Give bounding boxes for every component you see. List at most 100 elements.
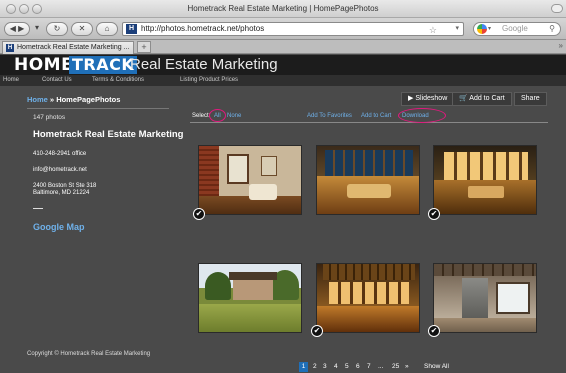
photo-1-checkmark-icon[interactable]: ✔ xyxy=(193,208,205,220)
stone-fireplace xyxy=(462,278,488,318)
back-arrow-icon[interactable]: ◀ xyxy=(10,24,16,33)
breadcrumb-home-link[interactable]: Home xyxy=(27,95,48,104)
window-pane xyxy=(227,154,249,184)
photo-thumbnail[interactable] xyxy=(316,145,420,215)
photo-thumbnail[interactable] xyxy=(198,263,302,333)
home-icon: ⌂ xyxy=(104,24,110,33)
url-text: http://photos.hometrack.net/photos xyxy=(141,24,265,33)
phone-number: 410-248-2941 office xyxy=(33,151,87,157)
sidebar-divider xyxy=(27,108,169,109)
toolbar-toggle-icon[interactable] xyxy=(551,4,563,13)
selection-divider xyxy=(190,122,548,123)
breadcrumb-separator: » xyxy=(47,95,57,104)
page-link[interactable]: 5 xyxy=(345,362,349,372)
reload-icon: ↻ xyxy=(53,24,61,33)
window-wall xyxy=(444,152,528,180)
nav-listing-prices[interactable]: Listing Product Prices xyxy=(180,75,238,86)
tree xyxy=(205,272,231,300)
page-link[interactable]: 3 xyxy=(323,362,327,372)
window-wall xyxy=(325,150,413,176)
tab-bar: H Hometrack Real Estate Marketing ... + … xyxy=(0,40,566,54)
select-label: Select: xyxy=(192,113,211,119)
furniture xyxy=(347,184,391,198)
download-highlight xyxy=(398,108,446,123)
share-button[interactable]: Share xyxy=(514,92,547,106)
tab-overflow-icon[interactable]: » xyxy=(559,41,563,50)
url-bar[interactable]: H http://photos.hometrack.net/photos ☆ ▾ xyxy=(122,22,464,36)
photo-3-checkmark-icon[interactable]: ✔ xyxy=(428,208,440,220)
photo-thumbnail[interactable] xyxy=(433,263,537,333)
back-forward-buttons[interactable]: ◀ ▶ xyxy=(4,22,30,36)
search-input[interactable]: ▾ Google ⚲ xyxy=(473,22,561,36)
history-dropdown-icon[interactable]: ▾ xyxy=(33,22,41,36)
nav-home[interactable]: Home xyxy=(3,75,19,86)
copyright-text: Copyright © Hometrack Real Estate Market… xyxy=(27,351,151,357)
logo-track-text[interactable]: TRACK xyxy=(69,56,138,74)
photo-thumbnail[interactable] xyxy=(316,263,420,333)
address-line-1: 2400 Boston St Ste 318 xyxy=(33,183,97,189)
page-link-last[interactable]: 25 xyxy=(392,362,399,372)
slideshow-button[interactable]: ▶ Slideshow xyxy=(401,92,455,106)
share-label: Share xyxy=(521,95,540,102)
stop-icon: ✕ xyxy=(78,24,86,33)
photo-5-checkmark-icon[interactable]: ✔ xyxy=(311,325,323,337)
reload-button[interactable]: ↻ xyxy=(46,22,68,36)
browser-toolbar: ◀ ▶ ▾ ↻ ✕ ⌂ H http://photos.hometrack.ne… xyxy=(0,18,566,40)
email-address[interactable]: info@hometrack.net xyxy=(33,167,87,173)
company-name: Hometrack Real Estate Marketing xyxy=(33,129,184,140)
show-all-link[interactable]: Show All xyxy=(424,362,449,372)
photo-count: 147 photos xyxy=(33,114,66,121)
search-icon[interactable]: ⚲ xyxy=(549,23,555,35)
page-current[interactable]: 1 xyxy=(299,362,308,372)
ceiling-beams xyxy=(434,264,536,276)
zoom-window-icon[interactable] xyxy=(32,4,42,14)
close-window-icon[interactable] xyxy=(6,4,16,14)
new-tab-button[interactable]: + xyxy=(137,41,151,53)
tab-hometrack[interactable]: H Hometrack Real Estate Marketing ... xyxy=(2,41,134,54)
logo-home-text[interactable]: HOME xyxy=(14,55,73,75)
google-icon[interactable] xyxy=(477,24,487,34)
page-next-icon[interactable]: » xyxy=(405,362,409,372)
tab-favicon-icon: H xyxy=(6,44,14,52)
window-pane xyxy=(496,282,530,314)
url-dropdown-icon[interactable]: ▾ xyxy=(455,23,459,35)
logo-tagline: Real Estate Marketing xyxy=(130,56,278,73)
google-map-link[interactable]: Google Map xyxy=(33,222,85,232)
page-ellipsis: ... xyxy=(378,363,384,370)
tab-label: Hometrack Real Estate Marketing ... xyxy=(17,44,130,51)
minimize-window-icon[interactable] xyxy=(19,4,29,14)
photo-6-checkmark-icon[interactable]: ✔ xyxy=(428,325,440,337)
search-placeholder: Google xyxy=(502,24,528,33)
photo-thumbnail[interactable] xyxy=(433,145,537,215)
bookmark-star-icon[interactable]: ☆ xyxy=(429,24,437,36)
search-engine-dropdown-icon[interactable]: ▾ xyxy=(488,23,491,35)
play-icon: ▶ xyxy=(408,95,414,102)
ceiling-beams xyxy=(323,264,415,280)
site-nav: Home Contact Us Terms & Conditions Listi… xyxy=(0,75,566,86)
window-wall xyxy=(329,282,409,304)
nav-contact-us[interactable]: Contact Us xyxy=(42,75,72,86)
window-titlebar: Hometrack Real Estate Marketing | HomePa… xyxy=(0,0,566,18)
home-button[interactable]: ⌂ xyxy=(96,22,118,36)
slideshow-label: Slideshow xyxy=(415,95,448,102)
site-favicon-icon: H xyxy=(126,24,137,34)
add-to-cart-link[interactable]: Add to Cart xyxy=(361,111,391,121)
page-link[interactable]: 7 xyxy=(367,362,371,372)
cart-icon: 🛒 xyxy=(459,95,468,102)
page-link[interactable]: 4 xyxy=(334,362,338,372)
sofa xyxy=(249,184,277,200)
lawn xyxy=(199,304,301,332)
page-link[interactable]: 2 xyxy=(313,362,317,372)
breadcrumb: Home » HomePagePhotos xyxy=(27,95,120,104)
roof xyxy=(229,272,277,280)
add-to-favorites-link[interactable]: Add To Favorites xyxy=(307,111,352,121)
page-link[interactable]: 6 xyxy=(356,362,360,372)
photo-thumbnail[interactable] xyxy=(198,145,302,215)
living-area xyxy=(317,306,419,332)
add-to-cart-button[interactable]: 🛒 Add to Cart xyxy=(452,92,512,106)
forward-arrow-icon[interactable]: ▶ xyxy=(18,24,24,33)
nav-terms[interactable]: Terms & Conditions xyxy=(92,75,144,86)
select-none-link[interactable]: None xyxy=(227,111,241,121)
stop-button[interactable]: ✕ xyxy=(71,22,93,36)
add-to-cart-label: Add to Cart xyxy=(469,95,505,102)
